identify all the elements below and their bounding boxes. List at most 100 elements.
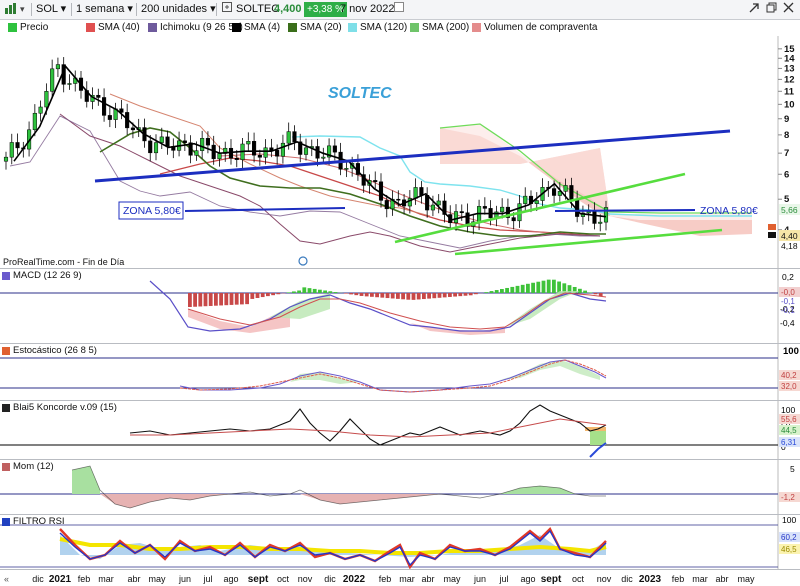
legend-item[interactable]: SMA (120): [348, 21, 407, 34]
candle-body: [511, 217, 516, 222]
filtro-rsi-swatch: [2, 518, 10, 526]
stochastic-value-k: 40,2: [781, 371, 797, 380]
time-axis-label: mar: [399, 574, 415, 584]
candle-body: [563, 185, 568, 192]
koncorde-swatch: [2, 404, 10, 412]
legend-item[interactable]: SMA (200): [410, 21, 469, 34]
macd-fill-positive-2: [505, 291, 580, 327]
candle-body: [217, 153, 222, 160]
svg-text:100: 100: [781, 405, 795, 415]
data-source: ProRealTime.com - Fin de Día: [3, 257, 124, 267]
koncorde-mean-line: [130, 418, 607, 438]
candle-body: [373, 180, 378, 183]
legend-item[interactable]: Precio: [8, 21, 48, 34]
time-axis-label: sept: [248, 574, 269, 585]
candle-body: [315, 146, 320, 159]
bar-chart-icon[interactable]: [4, 2, 18, 17]
candle-body: [3, 156, 9, 162]
time-axis-label: dic: [621, 574, 633, 584]
macd-histogram-bar: [437, 293, 442, 298]
restore-icon[interactable]: [766, 2, 777, 17]
expand-icon[interactable]: [222, 2, 232, 17]
stochastic-label: Estocástico (26 8 5): [2, 345, 97, 357]
time-axis-label: ago: [223, 574, 238, 584]
legend-item[interactable]: Volumen de compraventa: [472, 21, 597, 34]
macd-histogram-bar: [234, 293, 239, 305]
macd-histogram-bar: [526, 283, 530, 293]
legend-item[interactable]: Ichimoku (9 26 52): [148, 21, 243, 34]
filtro-rsi-panel[interactable]: 100 60,2 46,5: [0, 515, 800, 569]
time-axis: dic 2021 feb mar abr may jun jul ago sept oct nov di…: [4, 574, 755, 585]
macd-histogram-bar: [458, 293, 463, 297]
macd-histogram-bar: [448, 293, 452, 297]
macd-histogram-bar: [203, 293, 208, 307]
macd-histogram-bar: [593, 293, 598, 295]
macd-histogram-bar: [359, 293, 364, 296]
macd-histogram-bar: [219, 293, 223, 306]
time-axis-label: 2023: [639, 574, 662, 585]
macd-histogram-bar: [214, 293, 218, 306]
candle-body: [598, 221, 603, 224]
candle-body: [182, 140, 187, 143]
candle-body: [592, 211, 597, 224]
macd-histogram-bar: [364, 293, 369, 297]
candle-body: [292, 131, 297, 143]
sma-4-line: [13, 64, 607, 221]
candle-body: [321, 156, 326, 159]
macd-histogram-bar: [297, 290, 301, 293]
magnet-icon[interactable]: [298, 256, 308, 266]
zona-line-right: [554, 209, 696, 212]
macd-histogram-bar: [307, 288, 312, 293]
time-axis-label: oct: [572, 574, 585, 584]
legend-label: SMA (4): [244, 22, 281, 33]
candle-body: [275, 150, 280, 157]
checkbox-icon[interactable]: [394, 2, 404, 17]
candle-body: [165, 136, 170, 147]
period-selector[interactable]: 1 semana ▾: [76, 2, 133, 17]
rsi-value-2: 46,5: [781, 545, 797, 554]
legend-swatch: [8, 23, 17, 32]
macd-histogram-bar: [406, 293, 411, 300]
candle-body: [130, 127, 135, 131]
svg-text:0,2: 0,2: [782, 272, 794, 282]
time-axis-label: dic: [32, 574, 44, 584]
filtro-rsi-label: FILTRO RSI: [2, 516, 65, 528]
macd-histogram-bar: [416, 293, 421, 300]
macd-histogram-bar: [411, 293, 416, 300]
arrow-icon[interactable]: [748, 2, 760, 17]
price-tick-label: 7: [784, 148, 789, 159]
macd-panel[interactable]: 0,20-0,2-0,4 -0,0 -0,1 -0,1: [0, 269, 800, 343]
legend-item[interactable]: SMA (20): [288, 21, 342, 34]
units-selector[interactable]: 200 unidades ▾: [141, 2, 216, 17]
candle-body: [430, 204, 435, 211]
macd-histogram-bar: [370, 293, 374, 297]
macd-histogram-bar: [318, 289, 322, 293]
price-chart[interactable]: SOLTEC ZONA 5,80€ ZONA 5,80€ ProRealTime…: [0, 36, 800, 268]
price-tick-label: 12: [784, 74, 795, 85]
macd-histogram-bar: [463, 293, 468, 296]
price-tick-label: 6: [784, 169, 789, 180]
momentum-panel[interactable]: 5 -1,2: [0, 460, 800, 514]
legend-label: Ichimoku (9 26 52): [160, 22, 243, 33]
chevron-down-icon[interactable]: ▾: [20, 2, 25, 17]
candle-body: [9, 142, 14, 158]
zona-label-right: ZONA 5,80€: [700, 205, 758, 217]
stochastic-panel[interactable]: 100 40,2 32,0: [0, 344, 800, 400]
macd-histogram-bar: [552, 279, 556, 293]
symbol-selector[interactable]: SOL ▾: [36, 2, 66, 17]
koncorde-panel[interactable]: 100500 55,6 44,5 6,31: [0, 401, 800, 459]
macd-histogram-bar: [333, 292, 338, 293]
macd-histogram-bar: [255, 293, 260, 298]
macd-histogram-bar: [432, 293, 437, 299]
period-label: 1 semana: [76, 3, 125, 15]
time-axis-label: feb: [379, 574, 392, 584]
macd-histogram-bar: [536, 281, 541, 293]
legend-item[interactable]: SMA (4): [232, 21, 280, 34]
candle-body: [286, 131, 291, 144]
macd-histogram-bar: [271, 293, 275, 296]
macd-histogram-bar: [349, 293, 353, 295]
price-tick-label: 13: [784, 63, 795, 74]
candle-body: [15, 142, 20, 149]
close-icon[interactable]: [783, 2, 794, 17]
legend-item[interactable]: SMA (40): [86, 21, 140, 34]
